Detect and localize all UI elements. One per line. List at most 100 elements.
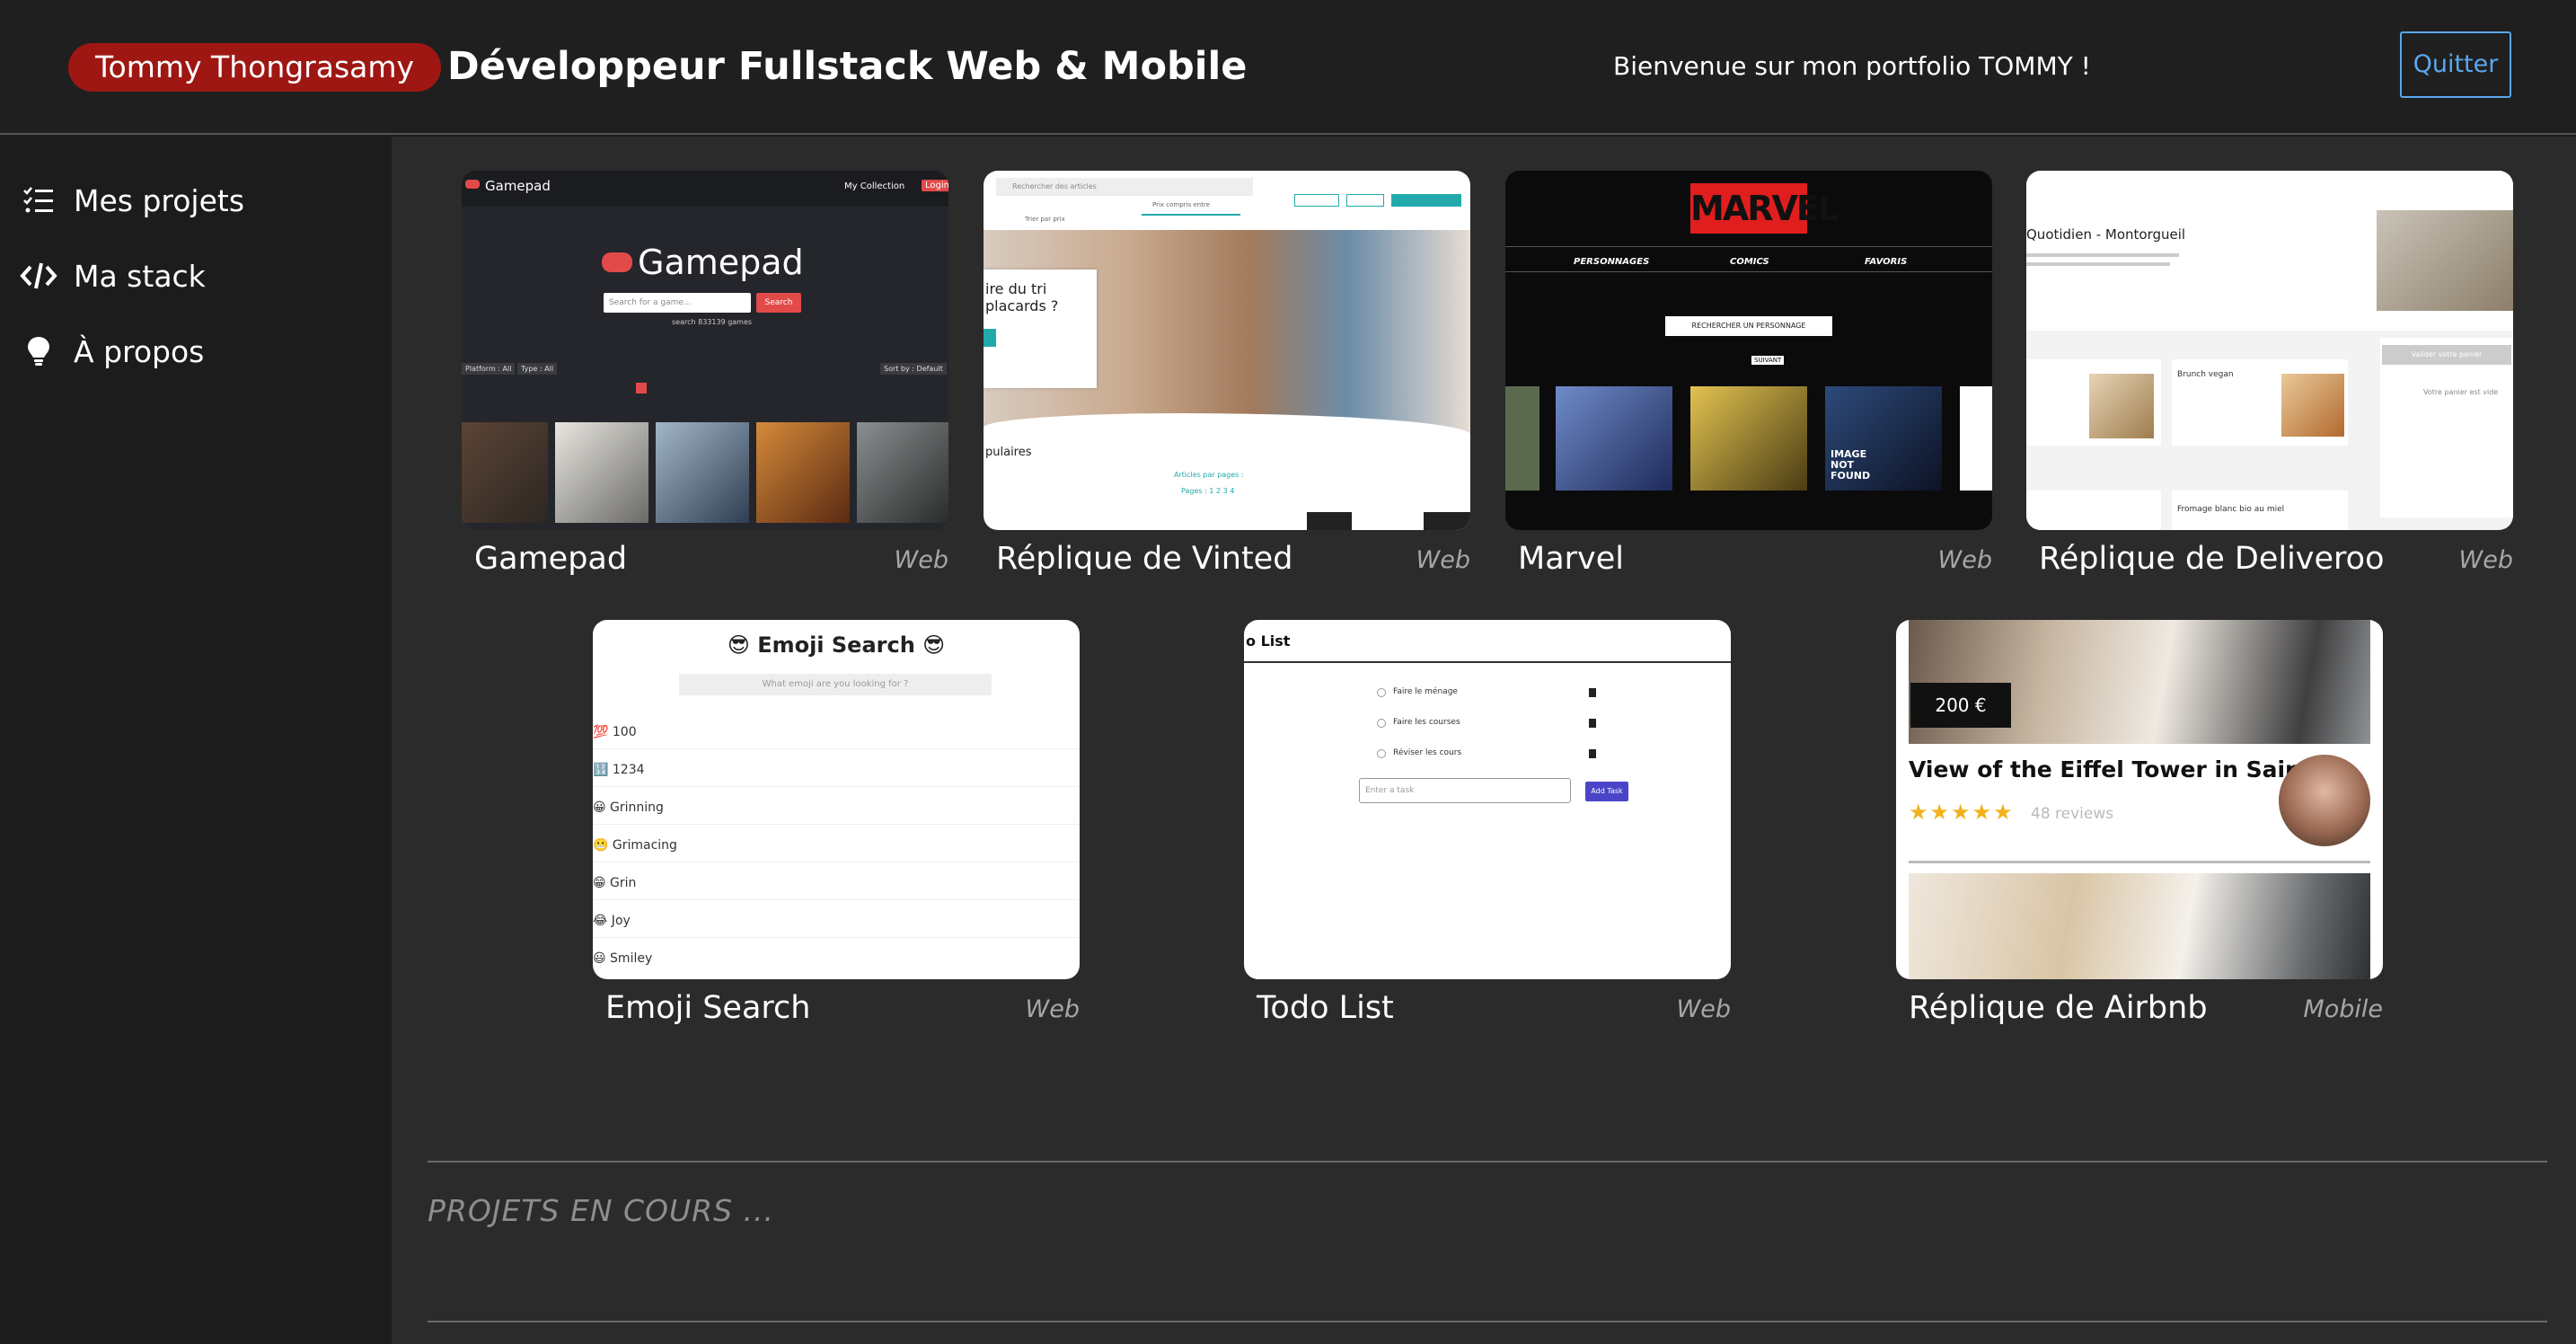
deliveroo-restaurant-name: Quotidien - Montorgueil (2026, 226, 2186, 243)
gamepad-pagination (636, 383, 647, 393)
section-divider (428, 1161, 2547, 1163)
project-title: Gamepad (474, 541, 628, 577)
todo-task: Faire le ménage (1393, 687, 1458, 696)
section-in-progress-title: PROJETS EN COURS ... (428, 1193, 775, 1228)
todo-add-button: Add Task (1585, 782, 1628, 801)
marvel-image-not-found: IMAGE NOT FOUND (1831, 448, 1871, 482)
project-card-todo-list[interactable]: o List Faire le ménage Faire les courses… (1244, 620, 1731, 1042)
project-card-marvel[interactable]: MARVEL PERSONNAGES COMICS FAVORIS RECHER… (1505, 171, 1992, 593)
vinted-range-slider (1142, 214, 1240, 216)
project-title: Réplique de Vinted (996, 541, 1293, 577)
vinted-sell-button (1391, 194, 1461, 207)
marvel-nav-characters: PERSONNAGES (1574, 257, 1650, 267)
emoji-row: 😂 Joy (593, 904, 1080, 938)
gamepad-controller-icon (602, 252, 632, 272)
gamepad-search-input: Search for a game... (604, 293, 751, 313)
gamepad-filter-type: Type : All (517, 363, 558, 375)
sidebar-item-projects[interactable]: Mes projets (18, 173, 244, 227)
project-card-vinted[interactable]: Rechercher des articles Trier par prix P… (984, 171, 1470, 593)
airbnb-listing-image (1909, 873, 2370, 979)
deliveroo-basket-empty: Votre panier est vide (2423, 388, 2499, 396)
quit-button[interactable]: Quitter (2400, 31, 2511, 98)
welcome-message: Bienvenue sur mon portfolio TOMMY ! (1613, 51, 2091, 81)
deliveroo-hero-image (2377, 210, 2513, 311)
sidebar-item-label: À propos (74, 333, 205, 369)
sidebar-item-about[interactable]: À propos (18, 324, 204, 378)
sidebar-item-label: Ma stack (74, 258, 206, 294)
project-card-gamepad[interactable]: Gamepad My Collection Login Gamepad Sear… (462, 171, 948, 593)
marvel-character-card (1690, 386, 1807, 491)
marvel-next-button: SUIVANT (1751, 356, 1785, 365)
project-title: Marvel (1518, 541, 1625, 577)
gamepad-brand: Gamepad (485, 178, 551, 194)
name-badge: Tommy Thongrasamy (68, 43, 442, 92)
project-card-deliveroo[interactable]: Quotidien - Montorgueil Brunch vegan Val… (2026, 171, 2513, 593)
project-card-airbnb[interactable]: 200 € View of the Eiffel Tower in Saint.… (1896, 620, 2383, 1042)
section-divider (428, 1321, 2547, 1322)
top-header: Tommy Thongrasamy Développeur Fullstack … (0, 0, 2576, 135)
emoji-row: 😬 Grimacing (593, 828, 1080, 862)
avatar (2279, 755, 2370, 846)
project-type: Mobile (2303, 995, 2383, 1023)
marvel-nav-comics: COMICS (1730, 257, 1769, 267)
project-thumbnail: MARVEL PERSONNAGES COMICS FAVORIS RECHER… (1505, 171, 1992, 530)
lightbulb-icon (18, 331, 59, 372)
vinted-nav-button (1346, 194, 1384, 207)
project-thumbnail: Gamepad My Collection Login Gamepad Sear… (462, 171, 948, 530)
marvel-nav-favorites: FAVORIS (1865, 257, 1908, 267)
sidebar-item-label: Mes projets (74, 182, 245, 218)
gamepad-nav-collection: My Collection (844, 181, 905, 191)
gamepad-logo-icon (465, 180, 480, 189)
todo-heading: o List (1246, 632, 1291, 650)
todo-checkbox (1377, 719, 1386, 728)
emoji-row: 🔢 1234 (593, 753, 1080, 787)
deliveroo-dish: Fromage blanc bio au miel (2177, 505, 2285, 514)
gamepad-search-button: Search (756, 293, 801, 313)
gamepad-filter-platform: Platform : All (462, 363, 516, 375)
star-rating: ★★★★★ (1909, 800, 2015, 825)
emoji-search-input: What emoji are you looking for ? (679, 674, 992, 695)
project-card-emoji-search[interactable]: 😎 Emoji Search 😎 What emoji are you look… (593, 620, 1080, 1042)
project-title: Réplique de Airbnb (1909, 990, 2208, 1026)
project-type: Web (2458, 546, 2513, 574)
trash-icon (1589, 749, 1596, 758)
deliveroo-basket-button: Valider votre panier (2382, 345, 2511, 365)
airbnb-listing-title: View of the Eiffel Tower in Saint... (1909, 756, 2338, 783)
todo-task: Faire les courses (1393, 718, 1460, 727)
gamepad-search-count: search 833139 games (672, 318, 753, 326)
emoji-row: 💯 100 (593, 715, 1080, 749)
page-title: Développeur Fullstack Web & Mobile (447, 44, 1248, 89)
project-thumbnail: Rechercher des articles Trier par prix P… (984, 171, 1470, 530)
project-thumbnail: o List Faire le ménage Faire les courses… (1244, 620, 1731, 979)
marvel-search-input: RECHERCHER UN PERSONNAGE (1665, 316, 1832, 336)
emoji-row: 😃 Smiley (593, 951, 653, 966)
emoji-heading: 😎 Emoji Search 😎 (727, 632, 946, 658)
emoji-row: 😁 Grin (593, 866, 1080, 900)
project-type: Web (1937, 546, 1992, 574)
gamepad-nav-login: Login (922, 180, 948, 191)
vinted-popular-heading: pulaires (985, 446, 1032, 459)
marvel-character-card (1556, 386, 1672, 491)
deliveroo-dish: Brunch vegan (2177, 370, 2234, 379)
list-icon (18, 180, 59, 221)
vinted-nav-button (1294, 194, 1339, 207)
sidebar: Mes projets Ma stack À propos (0, 137, 392, 1344)
todo-checkbox (1377, 749, 1386, 758)
gamepad-sort: Sort by : Default (880, 363, 947, 375)
sidebar-item-stack[interactable]: Ma stack (18, 249, 206, 303)
todo-input: Enter a task (1359, 778, 1571, 803)
project-title: Emoji Search (605, 990, 811, 1026)
project-type: Web (894, 546, 948, 574)
trash-icon (1589, 719, 1596, 728)
vinted-price-range: Prix compris entre (1152, 201, 1210, 208)
vinted-price-sort: Trier par prix (1025, 216, 1065, 223)
vinted-pagination: Pages : 1 2 3 4 (1181, 487, 1235, 495)
project-type: Web (1025, 995, 1080, 1023)
project-thumbnail: 200 € View of the Eiffel Tower in Saint.… (1896, 620, 2383, 979)
marvel-logo: MARVEL (1690, 183, 1839, 234)
project-type: Web (1416, 546, 1470, 574)
todo-checkbox (1377, 688, 1386, 697)
airbnb-reviews: 48 reviews (2031, 805, 2114, 823)
project-title: Réplique de Deliveroo (2039, 541, 2385, 577)
trash-icon (1589, 688, 1596, 697)
